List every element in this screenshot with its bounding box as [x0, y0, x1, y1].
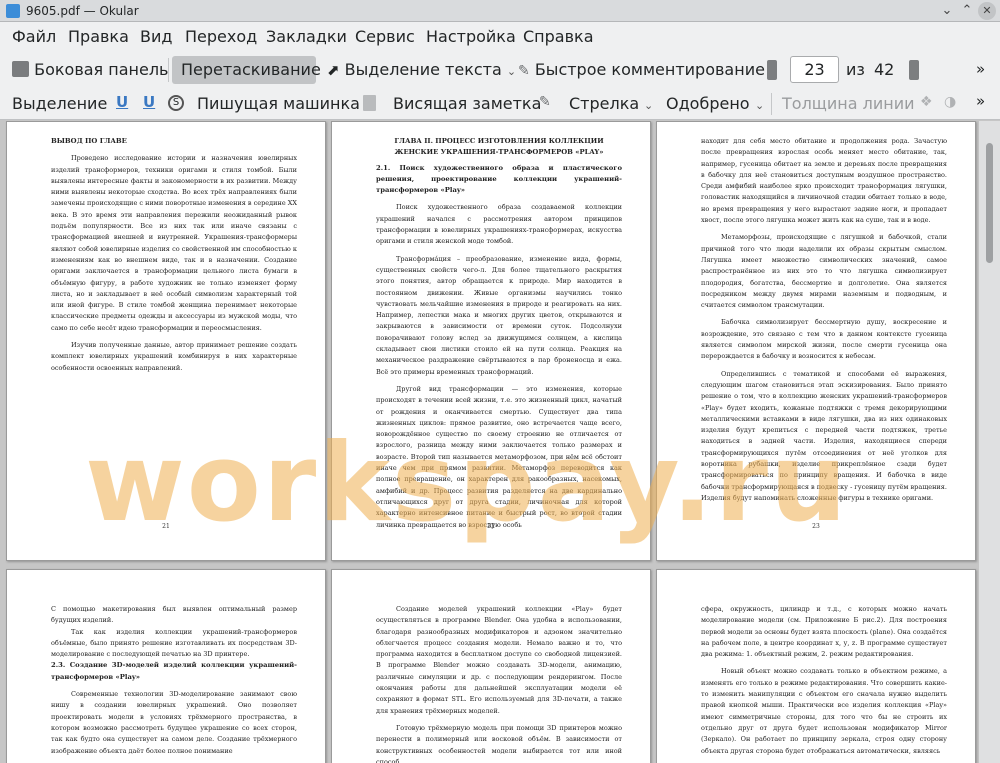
- pen-tool-icon: ✎: [539, 94, 551, 110]
- maximize-icon[interactable]: ⌃: [958, 2, 976, 20]
- page-content: сфера, окружность, цилиндр и т.д., с кот…: [701, 604, 947, 757]
- page-content: ВЫВОД ПО ГЛАВЕ Проведено исследование ист…: [51, 136, 297, 374]
- menu-tools[interactable]: Сервис: [355, 27, 415, 46]
- section-heading: ВЫВОД ПО ГЛАВЕ: [51, 137, 127, 145]
- sidebar-button[interactable]: Боковая панель: [12, 60, 168, 79]
- chevron-down-icon[interactable]: ⌄: [755, 94, 764, 113]
- next-page-icon[interactable]: [909, 60, 919, 80]
- line-width-button[interactable]: Толщина линии: [782, 94, 915, 113]
- paragraph: Готовую трёхмерную модель при помощи 3D …: [376, 723, 622, 763]
- overflow-icon[interactable]: »: [976, 60, 985, 78]
- previous-page-icon[interactable]: [767, 60, 777, 80]
- popup-note-button[interactable]: Висящая заметка: [393, 94, 541, 113]
- menu-edit[interactable]: Правка: [68, 27, 129, 46]
- menu-view[interactable]: Вид: [140, 27, 172, 46]
- sidebar-label: Боковая панель: [34, 60, 169, 79]
- highlight-button[interactable]: Выделение: [12, 94, 107, 113]
- menu-go[interactable]: Переход: [185, 27, 257, 46]
- chevron-down-icon[interactable]: ⌄: [644, 94, 653, 113]
- drag-mode-label: Перетаскивание: [181, 60, 321, 79]
- minimize-icon[interactable]: ⌄: [938, 2, 956, 20]
- page-content: Создание моделей украшений коллекции «Pl…: [376, 604, 622, 763]
- main-toolbar: Боковая панель Перетаскивание ⬈ Выделени…: [0, 52, 1000, 88]
- paragraph: С помощью макетирования был выявлен опти…: [51, 605, 297, 625]
- pen-icon: ✎: [518, 63, 530, 79]
- page-total: 42: [874, 60, 895, 79]
- page-content: С помощью макетирования был выявлен опти…: [51, 604, 297, 757]
- paragraph: Бабочка символизирует бессмертную душу, …: [701, 318, 947, 361]
- squiggly-underline-icon[interactable]: U: [143, 93, 155, 111]
- paragraph: Метаморфозы, происходящие с лягушкой и б…: [701, 233, 947, 310]
- overflow-icon[interactable]: »: [976, 92, 985, 110]
- chevron-down-icon[interactable]: ⌄: [507, 65, 516, 78]
- paragraph: Современные технологии 3D-моделирование …: [51, 690, 297, 755]
- arrow-button[interactable]: Стрелка: [569, 94, 639, 113]
- paragraph: Проведено исследование истории и назначе…: [51, 154, 297, 332]
- document-viewer[interactable]: ВЫВОД ПО ГЛАВЕ Проведено исследование ист…: [0, 121, 1000, 763]
- menu-bookmarks[interactable]: Закладки: [266, 27, 347, 46]
- annotation-toolbar: Выделение U U S Пишущая машинка Висящая …: [0, 88, 1000, 120]
- paragraph: сфера, окружность, цилиндр и т.д., с кот…: [701, 605, 947, 659]
- paragraph: Так как изделия коллекции украшений-тран…: [51, 627, 297, 659]
- page: сфера, окружность, цилиндр и т.д., с кот…: [656, 569, 976, 763]
- page-number-input[interactable]: 23: [790, 56, 839, 83]
- title-bar: 9605.pdf — Okular ⌄ ⌃ ✕: [0, 0, 1000, 22]
- underline-icon[interactable]: U: [116, 93, 128, 111]
- paragraph: Новый объект можно создавать только в об…: [701, 667, 947, 755]
- text-selection-label: Выделение текста: [344, 60, 502, 79]
- menu-settings[interactable]: Настройка: [426, 27, 516, 46]
- section-heading: 2.3. Создание 3D-моделей изделий коллекц…: [51, 661, 297, 681]
- paragraph: Изучив полученные данные, автор принимае…: [51, 341, 297, 372]
- page: Создание моделей украшений коллекции «Pl…: [331, 569, 651, 763]
- quick-comment-label: Быстрое комментирование: [534, 60, 765, 79]
- paragraph: Создание моделей украшений коллекции «Pl…: [376, 605, 622, 715]
- stamp-button[interactable]: Одобрено: [666, 94, 750, 113]
- paragraph: Трансформа́ция – преобразование, изменен…: [376, 254, 622, 376]
- page: С помощью макетирования был выявлен опти…: [6, 569, 326, 763]
- vertical-scrollbar[interactable]: [979, 121, 1000, 763]
- scrollbar-thumb[interactable]: [986, 143, 993, 263]
- okular-app-icon: [6, 4, 20, 18]
- section-heading: 2.1. Поиск художественного образа и плас…: [376, 163, 622, 195]
- separator: [771, 93, 772, 115]
- watermark: workspay.ru: [85, 421, 849, 546]
- menu-help[interactable]: Справка: [523, 27, 594, 46]
- strikeout-icon[interactable]: S: [168, 95, 184, 111]
- note-icon: [363, 95, 376, 111]
- menu-file[interactable]: Файл: [12, 27, 56, 46]
- opacity-icon[interactable]: ◑: [944, 94, 956, 110]
- menu-bar: Файл Правка Вид Переход Закладки Сервис …: [0, 22, 1000, 52]
- text-selection-button[interactable]: ⬈ Выделение текста ⌄: [327, 60, 516, 79]
- section-heading: ГЛАВА II. ПРОЦЕСС ИЗГОТОВЛЕНИЯ КОЛЛЕКЦИИ…: [394, 137, 604, 157]
- color-icon[interactable]: ❖: [920, 94, 933, 110]
- quick-comment-button[interactable]: ✎ Быстрое комментирование: [518, 60, 765, 79]
- cursor-icon: ⬈: [327, 61, 340, 79]
- paragraph: Поиск художественного образа создаваемой…: [376, 203, 622, 246]
- typewriter-button[interactable]: Пишущая машинка: [197, 94, 360, 113]
- sidebar-icon: [12, 61, 29, 77]
- separator: [168, 58, 169, 82]
- paragraph: находит для себя место обитание и продол…: [701, 137, 947, 225]
- close-icon[interactable]: ✕: [978, 2, 996, 20]
- page-of-label: из: [846, 60, 865, 79]
- window-title: 9605.pdf — Okular: [26, 4, 139, 18]
